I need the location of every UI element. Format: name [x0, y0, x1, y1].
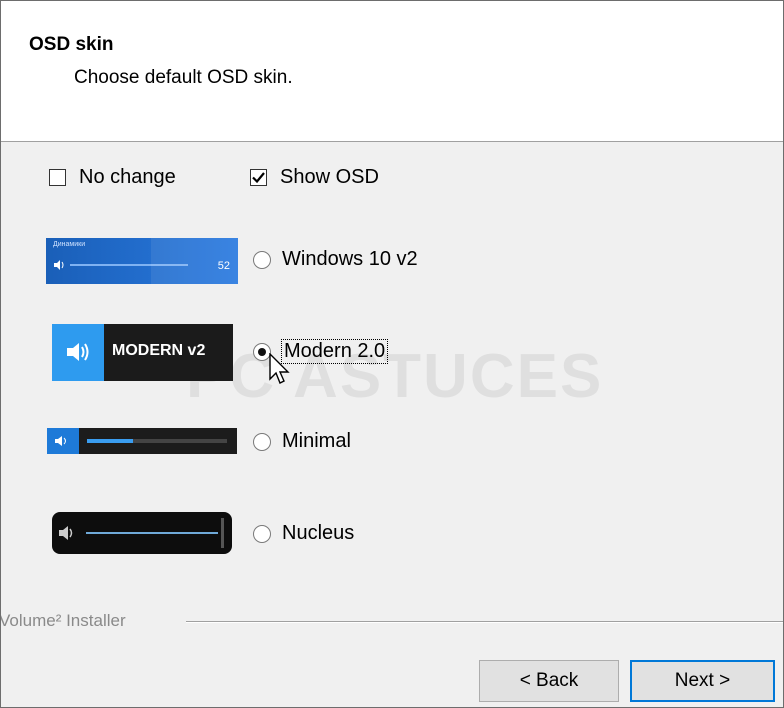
group-label: Volume² Installer [1, 611, 132, 631]
preview-text: MODERN v2 [112, 342, 206, 359]
skin-label: Modern 2.0 [280, 339, 389, 364]
checkbox-box[interactable] [49, 169, 66, 186]
speaker-icon [54, 260, 64, 270]
back-button[interactable]: < Back [479, 660, 619, 702]
speaker-icon [67, 343, 89, 361]
radio-button[interactable] [253, 524, 271, 543]
page-subtitle: Choose default OSD skin. [74, 67, 293, 88]
no-change-checkbox[interactable]: No change [49, 166, 176, 189]
modern-preview: MODERN v2 [52, 324, 233, 381]
minimal-preview [47, 428, 237, 454]
speaker-icon [59, 526, 73, 540]
preview-volume-value: 52 [217, 260, 230, 272]
checkmark-icon [252, 172, 265, 184]
mouse-cursor-icon [269, 353, 290, 384]
watermark: PC ASTUCES [186, 342, 604, 411]
checkbox-box[interactable] [250, 169, 267, 186]
header-panel: OSD skin Choose default OSD skin. [1, 1, 783, 142]
speaker-icon [55, 436, 66, 446]
installer-window: OSD skin Choose default OSD skin. PC AST… [0, 0, 784, 708]
nucleus-preview [52, 512, 232, 554]
skin-label: Nucleus [282, 522, 355, 544]
preview-device-label: Динамики [53, 241, 86, 248]
skin-label: Windows 10 v2 [282, 248, 418, 270]
skin-label: Minimal [282, 430, 351, 452]
show-osd-checkbox[interactable]: Show OSD [250, 166, 379, 189]
preview-track [86, 532, 218, 534]
page-title: OSD skin [29, 34, 114, 55]
next-button[interactable]: Next > [630, 660, 775, 702]
preview-fill [87, 439, 133, 443]
skin-option-windows10[interactable]: Windows 10 v2 [253, 248, 418, 271]
show-osd-label: Show OSD [280, 166, 379, 188]
no-change-label: No change [79, 166, 176, 188]
radio-button[interactable] [253, 432, 271, 451]
windows10-preview: Динамики 52 [46, 238, 238, 284]
radio-button[interactable] [253, 250, 271, 269]
skin-option-minimal[interactable]: Minimal [253, 430, 351, 453]
skin-option-nucleus[interactable]: Nucleus [253, 522, 354, 545]
